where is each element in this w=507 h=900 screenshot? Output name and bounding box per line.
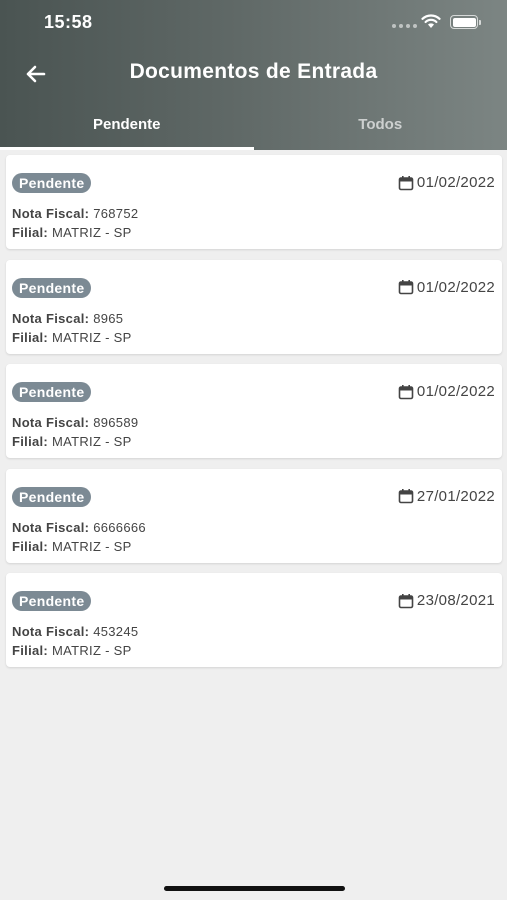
filial-line: Filial: MATRIZ - SP xyxy=(12,225,132,240)
signal-icon xyxy=(392,24,417,28)
filial-value: MATRIZ - SP xyxy=(51,434,132,449)
wifi-icon xyxy=(421,14,441,28)
date-value: 01/02/2022 xyxy=(416,174,495,191)
calendar-icon xyxy=(398,175,414,190)
filial-line: Filial: MATRIZ - SP xyxy=(12,539,132,554)
status-badge: Pendente xyxy=(12,591,92,611)
status-bar: 15:58 xyxy=(0,0,507,46)
nota-fiscal-value: 6666666 xyxy=(93,519,146,535)
nota-fiscal-line: Nota Fiscal: 6666666 xyxy=(12,520,146,535)
nota-fiscal-label: Nota Fiscal: xyxy=(12,310,90,326)
document-card[interactable]: Pendente 23/08/2021 Nota Fiscal: 453245 … xyxy=(6,573,502,667)
status-time: 15:58 xyxy=(44,12,93,32)
status-badge: Pendente xyxy=(12,173,92,193)
document-list: Pendente 01/02/2022 Nota Fiscal: 768752 … xyxy=(6,155,502,678)
document-date: 01/02/2022 xyxy=(398,279,495,296)
filial-value: MATRIZ - SP xyxy=(51,643,132,658)
calendar-icon xyxy=(398,280,414,295)
nota-fiscal-value: 453245 xyxy=(93,624,139,639)
nota-fiscal-line: Nota Fiscal: 8965 xyxy=(12,311,123,326)
nota-fiscal-label: Nota Fiscal: xyxy=(12,206,90,221)
app-header: 15:58 Documentos de Entrada Pendente Tod… xyxy=(0,0,507,150)
date-value: 27/01/2022 xyxy=(416,487,495,505)
filial-label: Filial: xyxy=(12,225,49,240)
filial-label: Filial: xyxy=(12,643,49,658)
document-card[interactable]: Pendente 01/02/2022 Nota Fiscal: 768752 … xyxy=(6,155,502,249)
nota-fiscal-line: Nota Fiscal: 453245 xyxy=(12,624,138,639)
battery-icon xyxy=(450,15,481,29)
nota-fiscal-value: 768752 xyxy=(93,206,139,221)
calendar-icon xyxy=(398,593,414,608)
document-date: 01/02/2022 xyxy=(398,174,495,191)
calendar-icon xyxy=(398,384,414,399)
filial-value: MATRIZ - SP xyxy=(51,225,132,240)
page-title: Documentos de Entrada xyxy=(129,60,378,83)
nota-fiscal-value: 896589 xyxy=(93,415,139,430)
document-card[interactable]: Pendente 01/02/2022 Nota Fiscal: 8965 Fi… xyxy=(6,259,502,354)
nota-fiscal-label: Nota Fiscal: xyxy=(12,415,90,430)
nota-fiscal-line: Nota Fiscal: 896589 xyxy=(12,415,138,430)
document-date: 23/08/2021 xyxy=(398,592,495,609)
filial-value: MATRIZ - SP xyxy=(51,538,132,554)
nota-fiscal-value: 8965 xyxy=(93,310,124,326)
document-card[interactable]: Pendente 27/01/2022 Nota Fiscal: 6666666… xyxy=(6,468,502,563)
nota-fiscal-label: Nota Fiscal: xyxy=(12,519,90,535)
home-indicator[interactable] xyxy=(164,886,345,891)
nota-fiscal-line: Nota Fiscal: 768752 xyxy=(12,206,138,221)
document-card[interactable]: Pendente 01/02/2022 Nota Fiscal: 896589 … xyxy=(6,364,502,458)
calendar-icon xyxy=(398,489,414,504)
tab-bar: Pendente Todos xyxy=(0,100,507,150)
filial-line: Filial: MATRIZ - SP xyxy=(12,330,132,345)
filial-line: Filial: MATRIZ - SP xyxy=(12,643,132,658)
document-date: 01/02/2022 xyxy=(398,383,495,400)
filial-label: Filial: xyxy=(12,329,49,345)
filial-line: Filial: MATRIZ - SP xyxy=(12,434,132,449)
nota-fiscal-label: Nota Fiscal: xyxy=(12,624,90,639)
date-value: 23/08/2021 xyxy=(416,592,495,609)
date-value: 01/02/2022 xyxy=(416,278,495,296)
date-value: 01/02/2022 xyxy=(416,383,495,400)
document-date: 27/01/2022 xyxy=(398,488,495,505)
filial-value: MATRIZ - SP xyxy=(51,329,132,345)
tab-pendente[interactable]: Pendente xyxy=(0,100,254,150)
status-badge: Pendente xyxy=(12,277,92,298)
filial-label: Filial: xyxy=(12,538,49,554)
tab-todos[interactable]: Todos xyxy=(254,100,507,150)
status-badge: Pendente xyxy=(12,382,92,402)
filial-label: Filial: xyxy=(12,434,49,449)
status-badge: Pendente xyxy=(12,486,92,507)
